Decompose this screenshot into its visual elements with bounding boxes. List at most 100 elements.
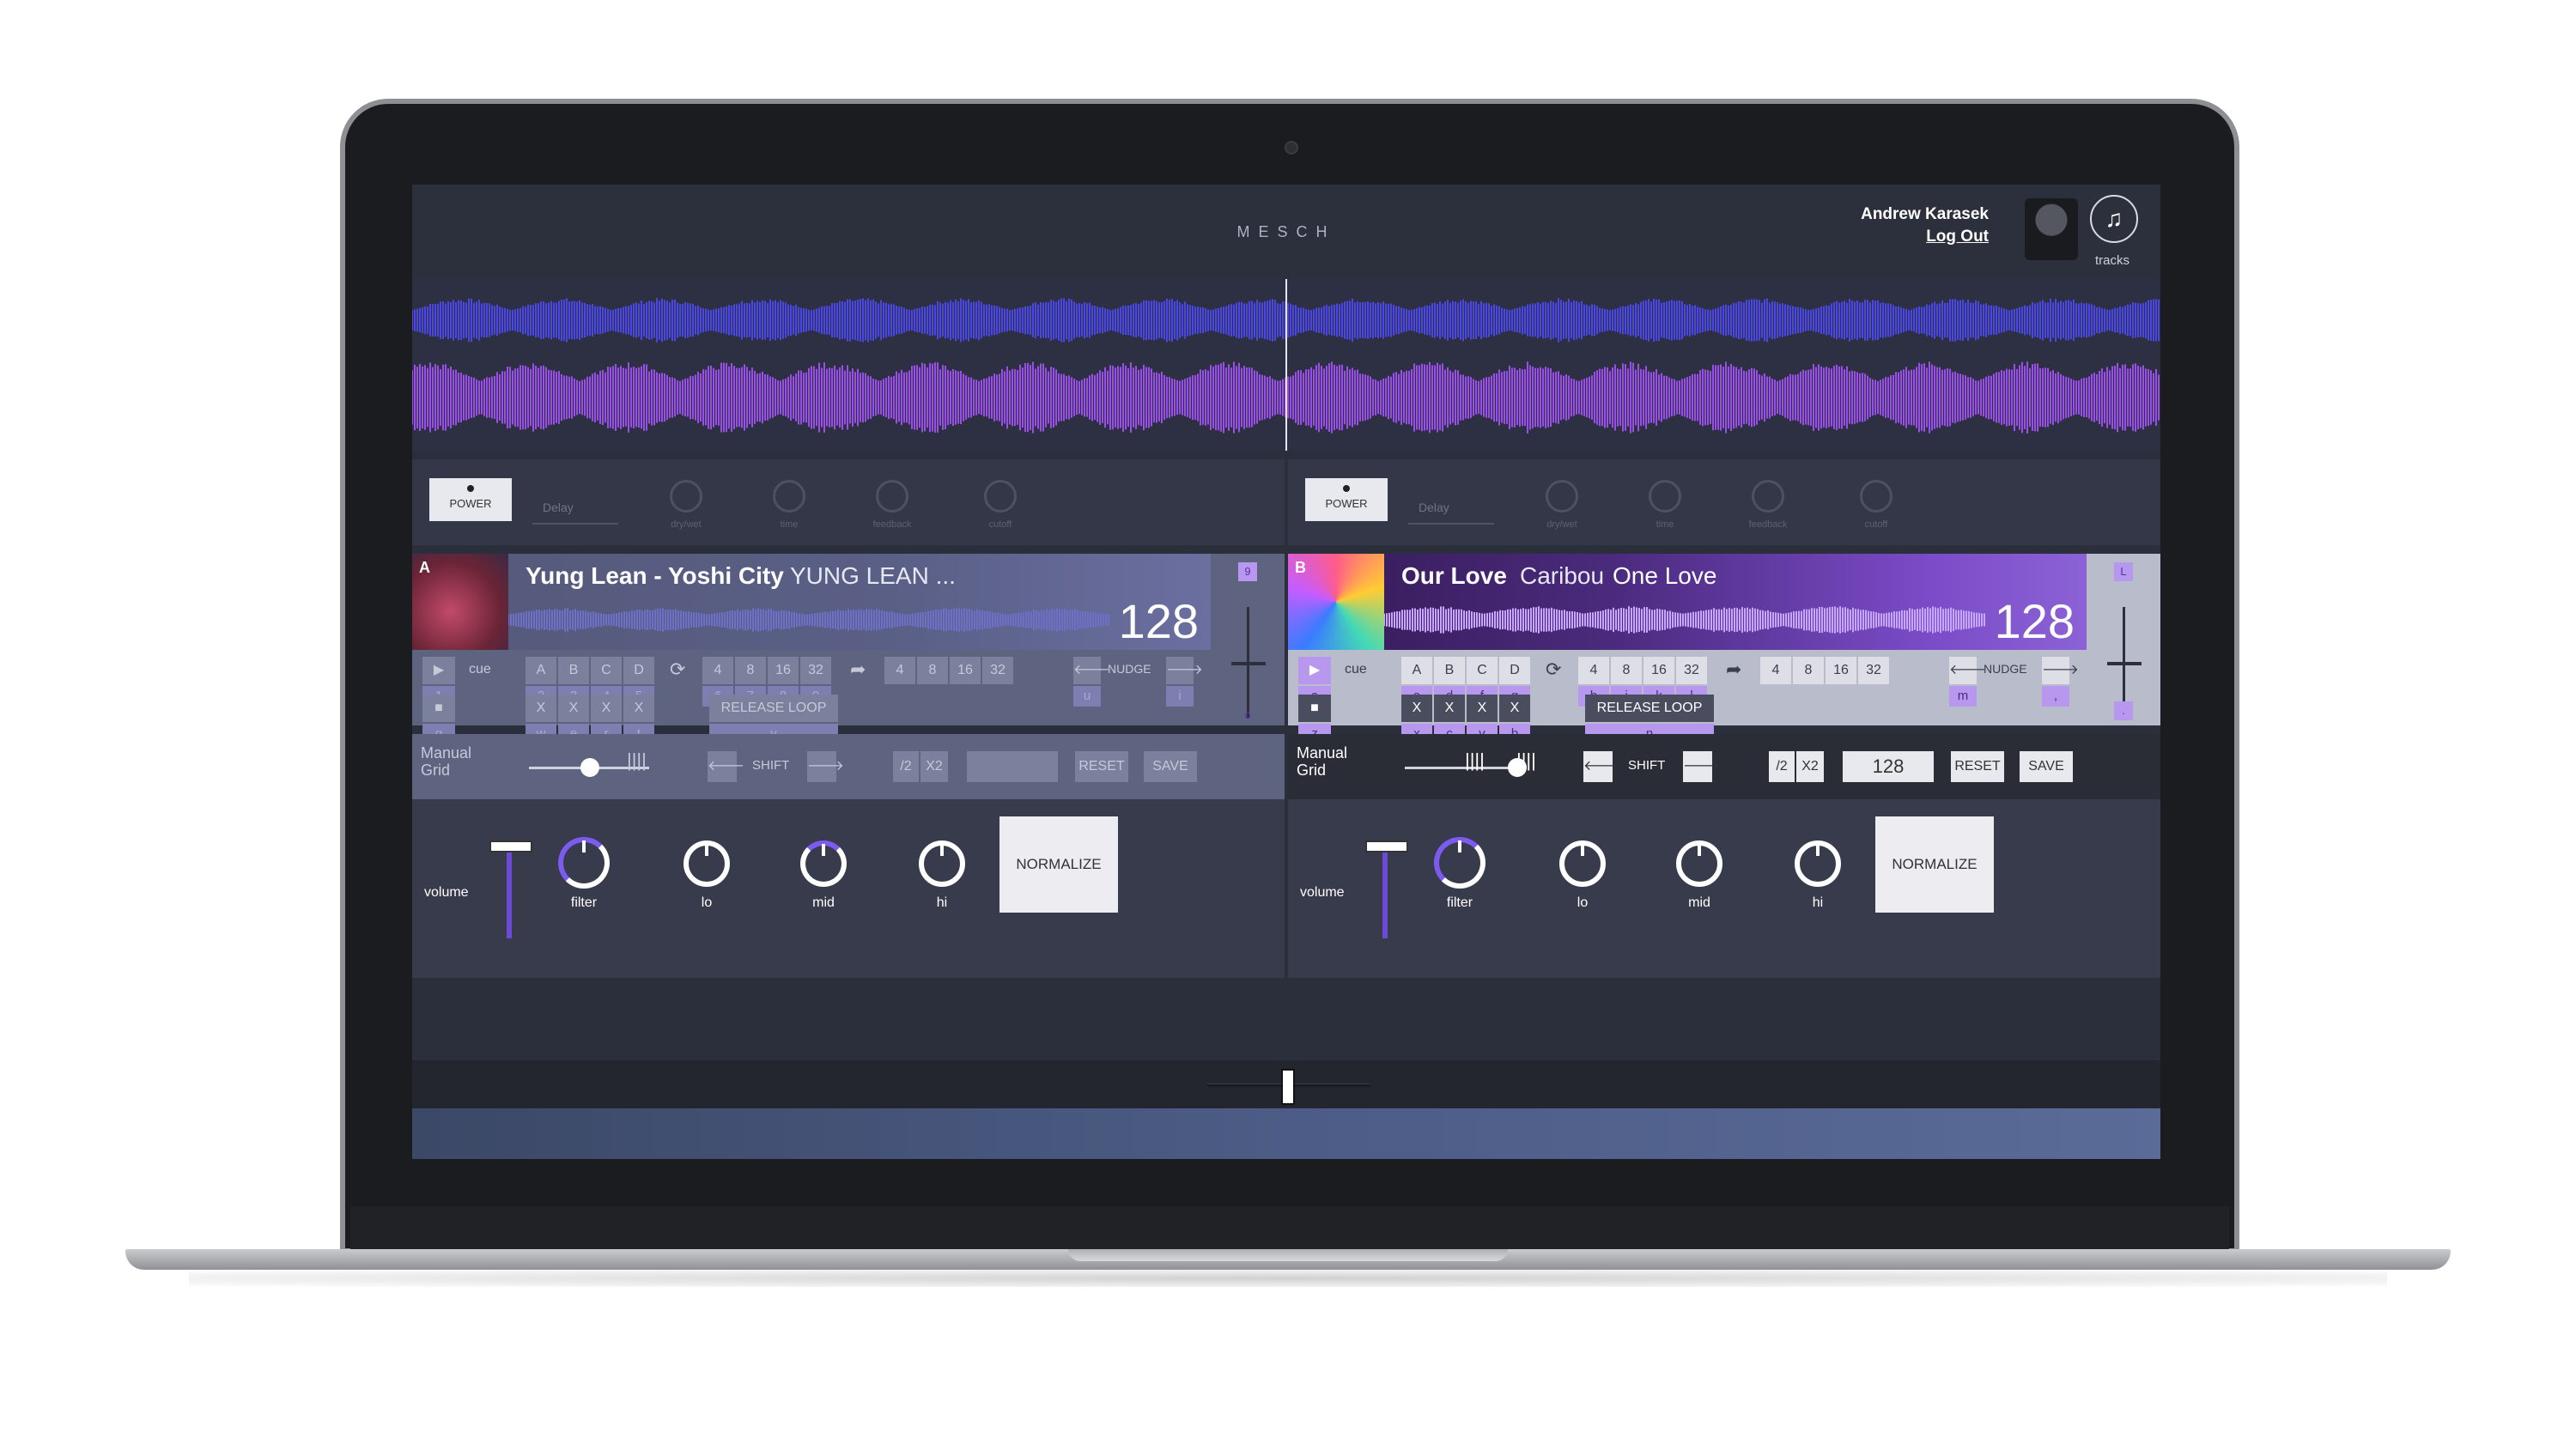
overview-waveform[interactable] (412, 279, 2160, 451)
delete-cue-c-button[interactable]: X (1467, 695, 1498, 722)
delete-cue-d-button[interactable]: X (1499, 695, 1530, 722)
nudge-right-button[interactable]: 🡒 (2042, 657, 2079, 684)
cue-c-button[interactable]: C (591, 657, 622, 684)
play-button[interactable]: ▶ (422, 657, 455, 684)
nudge-left-button[interactable]: 🡐 (1949, 657, 1986, 684)
tracks-button[interactable]: ♫ (2090, 195, 2138, 243)
shift-label: SHIFT (752, 758, 790, 773)
bpm-input[interactable]: 128 (1843, 751, 1934, 782)
dry-wet-knob[interactable] (1546, 480, 1578, 513)
jump-32-button[interactable]: 32 (982, 657, 1013, 684)
normalize-button[interactable]: NORMALIZE (1875, 816, 1994, 913)
power-button[interactable]: POWER (429, 478, 512, 521)
half-button[interactable]: /2 (893, 751, 919, 782)
nudge-right-button[interactable]: 🡒 (1166, 657, 1203, 684)
avatar (2025, 198, 2078, 260)
volume-fader[interactable] (1365, 840, 1408, 853)
deck-a-header: A Yung Lean - Yoshi City YUNG LEAN ... 1… (412, 554, 1211, 650)
fx-panel-b: POWER Delay dry/wet time feedback cutoff (1288, 459, 2160, 545)
cue-d-button[interactable]: D (623, 657, 654, 684)
time-knob[interactable] (773, 480, 805, 513)
loop-8-button[interactable]: 8 (735, 657, 766, 684)
stop-button[interactable]: ■ (422, 695, 455, 722)
grid-slider[interactable] (580, 758, 599, 777)
reset-button[interactable]: RESET (1951, 751, 2004, 782)
delete-cue-b-button[interactable]: X (558, 695, 589, 722)
hi-knob[interactable] (919, 840, 965, 887)
delete-cue-a-button[interactable]: X (1401, 695, 1432, 722)
jump-4-button[interactable]: 4 (884, 657, 915, 684)
loop-32-button[interactable]: 32 (1676, 657, 1707, 684)
filter-knob[interactable] (1434, 837, 1485, 889)
power-button[interactable]: POWER (1305, 478, 1388, 521)
volume-fader[interactable] (489, 840, 532, 853)
delete-cue-c-button[interactable]: X (591, 695, 622, 722)
cutoff-knob[interactable] (1860, 480, 1893, 513)
effect-select[interactable]: Delay (532, 476, 618, 525)
half-button[interactable]: /2 (1769, 751, 1795, 782)
jump-8-button[interactable]: 8 (1793, 657, 1824, 684)
shift-right-button[interactable]: 🡒 (1683, 751, 1720, 782)
shift-right-button[interactable]: 🡒 (807, 751, 844, 782)
shift-left-button[interactable]: 🡐 (708, 751, 744, 782)
release-loop-button[interactable]: RELEASE LOOP (709, 695, 838, 722)
normalize-button[interactable]: NORMALIZE (999, 816, 1118, 913)
jump-8-button[interactable]: 8 (917, 657, 948, 684)
dry-wet-label: dry/wet (1546, 519, 1577, 530)
jump-32-button[interactable]: 32 (1858, 657, 1889, 684)
mixer-a: volume filter lo mid hi NORMALIZE (412, 799, 1285, 978)
cue-a-button[interactable]: A (526, 657, 556, 684)
shift-left-button[interactable]: 🡐 (1583, 751, 1620, 782)
time-knob[interactable] (1649, 480, 1681, 513)
delete-cue-b-button[interactable]: X (1434, 695, 1465, 722)
cue-b-button[interactable]: B (558, 657, 589, 684)
jump-16-button[interactable]: 16 (1826, 657, 1856, 684)
feedback-label: feedback (1748, 519, 1788, 530)
dry-wet-knob[interactable] (670, 480, 702, 513)
feedback-knob[interactable] (1752, 480, 1784, 513)
loop-4-button[interactable]: 4 (1578, 657, 1609, 684)
pitch-slider[interactable] (2107, 662, 2142, 665)
feedback-knob[interactable] (876, 480, 908, 513)
reset-button[interactable]: RESET (1075, 751, 1128, 782)
jump-4-button[interactable]: 4 (1760, 657, 1791, 684)
loop-32-button[interactable]: 32 (800, 657, 831, 684)
deck-b-header: B Our Love Caribou One Love 128 (1288, 554, 2087, 650)
jump-16-button[interactable]: 16 (950, 657, 981, 684)
pitch-slider[interactable] (1231, 662, 1266, 665)
lo-knob[interactable] (1559, 840, 1606, 887)
filter-knob[interactable] (558, 837, 610, 889)
effect-select[interactable]: Delay (1408, 476, 1494, 525)
cue-c-button[interactable]: C (1467, 657, 1498, 684)
nudge-left-button[interactable]: 🡐 (1073, 657, 1110, 684)
loop-16-button[interactable]: 16 (768, 657, 799, 684)
deck-waveform[interactable] (508, 598, 1109, 641)
mid-knob[interactable] (800, 840, 847, 887)
release-loop-button[interactable]: RELEASE LOOP (1585, 695, 1714, 722)
delete-cue-a-button[interactable]: X (526, 695, 556, 722)
double-button[interactable]: X2 (920, 751, 948, 782)
bpm-input[interactable] (967, 751, 1058, 782)
cutoff-label: cutoff (988, 519, 1012, 530)
cue-d-button[interactable]: D (1499, 657, 1530, 684)
stop-button[interactable]: ■ (1298, 695, 1331, 722)
save-button[interactable]: SAVE (1144, 751, 1197, 782)
loop-4-button[interactable]: 4 (702, 657, 733, 684)
delete-cue-d-button[interactable]: X (623, 695, 654, 722)
save-button[interactable]: SAVE (2020, 751, 2073, 782)
deck-waveform[interactable] (1384, 598, 1985, 641)
cutoff-knob[interactable] (984, 480, 1017, 513)
lo-knob[interactable] (683, 840, 730, 887)
crossfader-handle[interactable] (1281, 1069, 1295, 1105)
cue-b-button[interactable]: B (1434, 657, 1465, 684)
mid-knob[interactable] (1676, 840, 1722, 887)
play-button[interactable]: ▶ (1298, 657, 1331, 684)
cue-a-button[interactable]: A (1401, 657, 1432, 684)
loop-8-button[interactable]: 8 (1611, 657, 1642, 684)
double-button[interactable]: X2 (1796, 751, 1824, 782)
hi-knob[interactable] (1795, 840, 1841, 887)
camera-dot (1285, 141, 1298, 155)
app-screen: MESCH Andrew Karasek Log Out ♫ tracks PO… (412, 185, 2160, 1159)
logout-link[interactable]: Log Out (1926, 228, 1989, 246)
loop-16-button[interactable]: 16 (1643, 657, 1674, 684)
